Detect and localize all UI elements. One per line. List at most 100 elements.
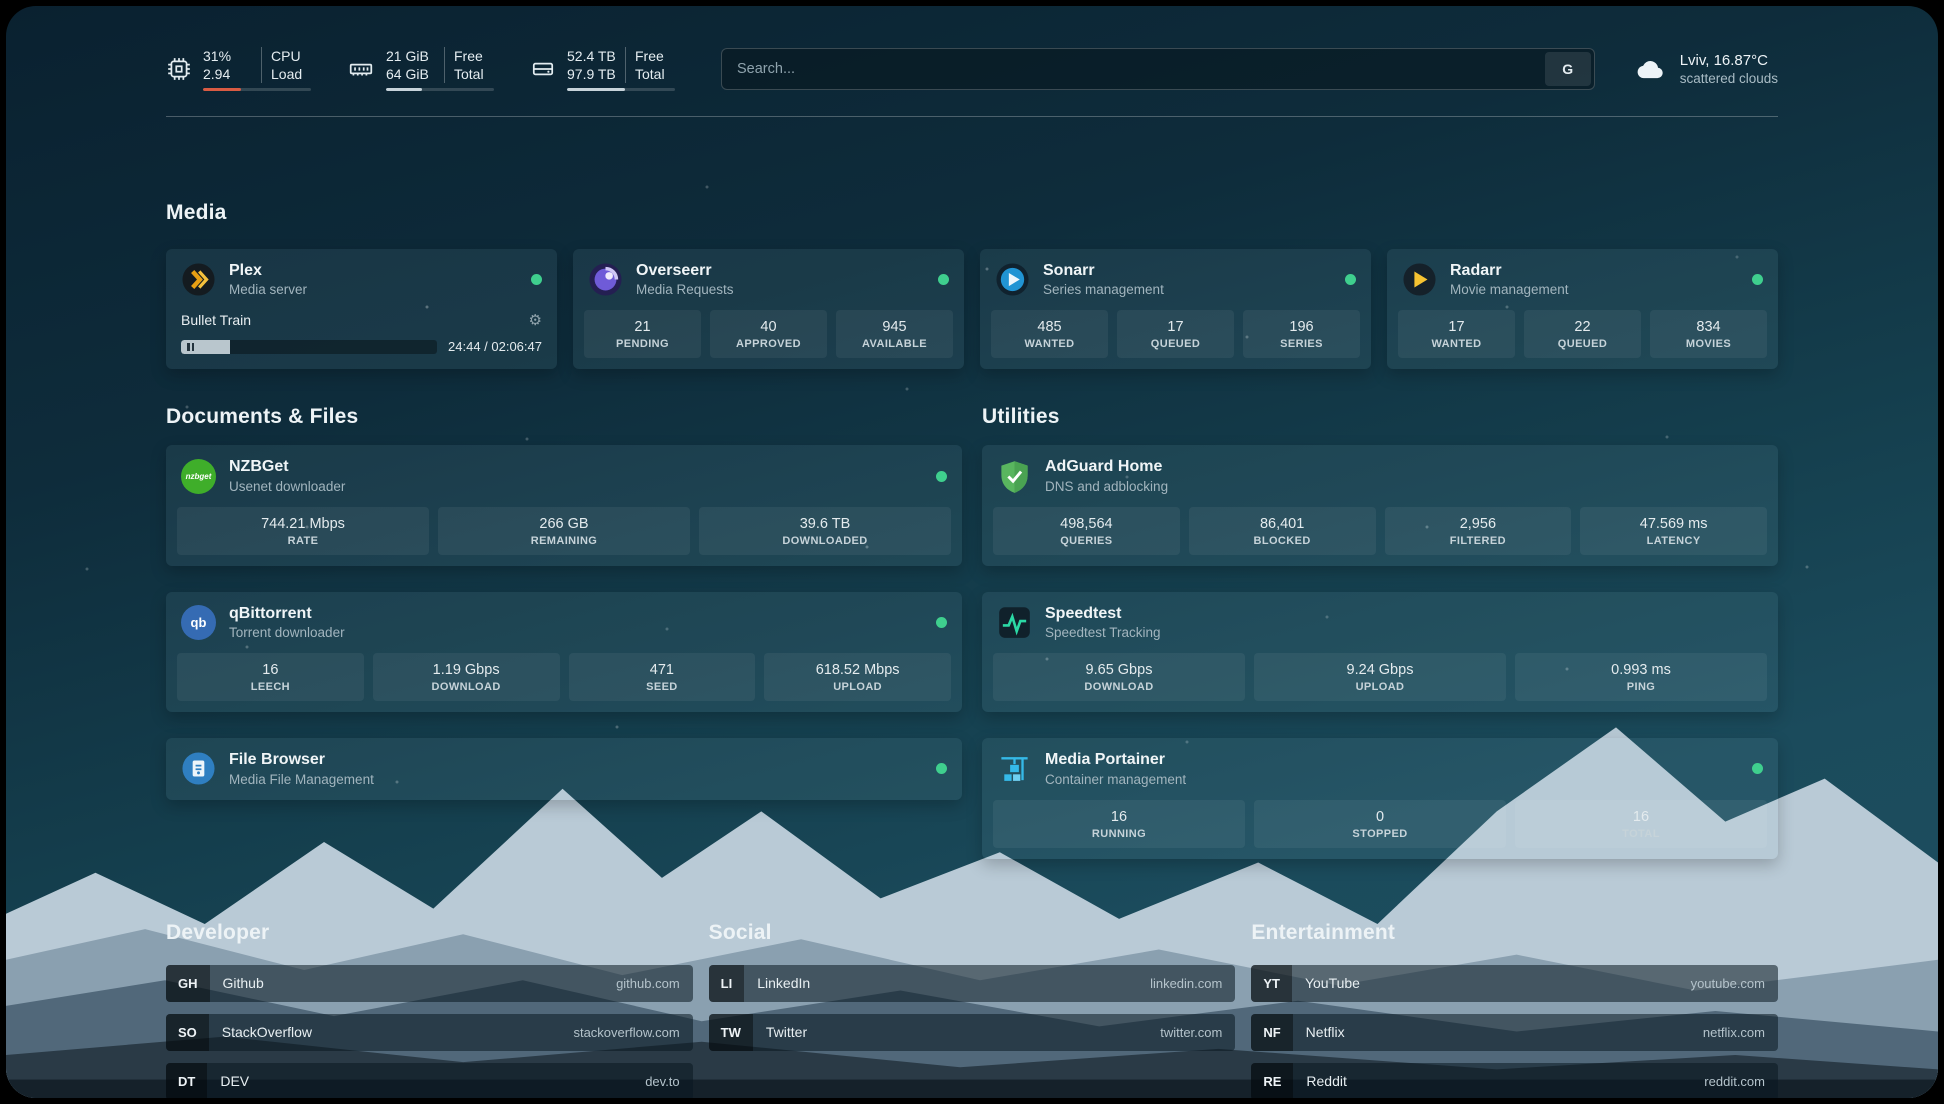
bookmark-url: twitter.com — [1160, 1025, 1235, 1040]
stat-rate: 744.21 MbpsRATE — [177, 507, 429, 555]
bookmark-twitter[interactable]: TW Twitter twitter.com — [709, 1014, 1236, 1051]
stat-blocked: 86,401BLOCKED — [1189, 507, 1376, 555]
service-card-plex[interactable]: Plex Media server Bullet Train ⚙ — [166, 249, 557, 369]
bookmark-linkedin[interactable]: LI LinkedIn linkedin.com — [709, 965, 1236, 1002]
stat-wanted: 485WANTED — [991, 310, 1108, 358]
service-card-radarr[interactable]: Radarr Movie management 17WANTED 22QUEUE… — [1387, 249, 1778, 369]
bookmark-url: dev.to — [645, 1074, 692, 1089]
bookmark-stackoverflow[interactable]: SO StackOverflow stackoverflow.com — [166, 1014, 693, 1051]
service-name: Media Portainer — [1045, 751, 1186, 769]
bookmark-abbr: RE — [1251, 1063, 1293, 1098]
cpu-progress-track — [203, 88, 311, 91]
cpu-widget: 31%CPU 2.94Load — [166, 47, 311, 92]
service-desc: Movie management — [1450, 282, 1569, 297]
stat-pending: 21PENDING — [584, 310, 701, 358]
disk-label-1: Free — [625, 47, 664, 65]
memory-free-value: 21 GiB — [386, 47, 444, 65]
bookmark-dev[interactable]: DT DEV dev.to — [166, 1063, 693, 1098]
service-card-portainer[interactable]: Media Portainer Container management 16R… — [982, 738, 1778, 858]
service-name: AdGuard Home — [1045, 458, 1168, 476]
service-desc: Usenet downloader — [229, 479, 345, 494]
bookmark-abbr: GH — [166, 965, 210, 1002]
cpu-load-value: 2.94 — [203, 65, 261, 83]
playback-time: 24:44 / 02:06:47 — [448, 339, 542, 354]
weather-location: Lviv, 16.87°C — [1680, 52, 1778, 69]
search-provider-button[interactable]: G — [1545, 52, 1591, 86]
service-desc: Series management — [1043, 282, 1164, 297]
service-name: qBittorrent — [229, 605, 345, 623]
service-card-sonarr[interactable]: Sonarr Series management 485WANTED 17QUE… — [980, 249, 1371, 369]
service-card-qbittorrent[interactable]: qb qBittorrent Torrent downloader 16LEEC… — [166, 592, 962, 712]
status-dot — [1752, 274, 1763, 285]
stat-queued: 17QUEUED — [1117, 310, 1234, 358]
bookmark-url: stackoverflow.com — [573, 1025, 692, 1040]
search-input[interactable] — [721, 48, 1595, 90]
media-section-title: Media — [166, 201, 1778, 225]
gear-icon[interactable]: ⚙ — [529, 311, 542, 329]
bookmark-abbr: NF — [1251, 1014, 1292, 1051]
bookmark-name: Github — [210, 975, 264, 991]
bookmark-url: linkedin.com — [1150, 976, 1235, 991]
dashboard-window: 31%CPU 2.94Load 21 GiBFree 64 GiBTotal — [6, 6, 1938, 1098]
stat-total: 16TOTAL — [1515, 800, 1767, 848]
service-name: Sonarr — [1043, 262, 1164, 280]
service-name: NZBGet — [229, 458, 345, 476]
playback-progress-bar[interactable] — [181, 340, 437, 354]
bookmark-abbr: YT — [1251, 965, 1292, 1002]
memory-label-1: Free — [444, 47, 483, 65]
service-card-adguard[interactable]: AdGuard Home DNS and adblocking 498,564Q… — [982, 445, 1778, 565]
bookmark-group-social: Social LI LinkedIn linkedin.com TW Twitt… — [709, 921, 1236, 1098]
cpu-icon — [166, 56, 192, 82]
service-card-nzbget[interactable]: nzbget NZBGet Usenet downloader 744.21 M… — [166, 445, 962, 565]
stat-filtered: 2,956FILTERED — [1385, 507, 1572, 555]
status-dot — [531, 274, 542, 285]
service-name: Overseerr — [636, 262, 734, 280]
disk-widget: 52.4 TBFree 97.9 TBTotal — [530, 47, 675, 92]
bookmark-reddit[interactable]: RE Reddit reddit.com — [1251, 1063, 1778, 1098]
snow-particles — [6, 6, 8, 8]
service-desc: DNS and adblocking — [1045, 479, 1168, 494]
portainer-icon — [997, 751, 1032, 786]
service-card-filebrowser[interactable]: File Browser Media File Management — [166, 738, 962, 799]
stat-available: 945AVAILABLE — [836, 310, 953, 358]
disk-total-value: 97.9 TB — [567, 65, 625, 83]
utilities-section-title: Utilities — [982, 405, 1778, 429]
stat-seed: 471SEED — [569, 653, 756, 701]
bookmark-name: Twitter — [753, 1024, 807, 1040]
bookmark-abbr: DT — [166, 1063, 207, 1098]
service-card-overseerr[interactable]: Overseerr Media Requests 21PENDING 40APP… — [573, 249, 964, 369]
bookmark-name: YouTube — [1292, 975, 1360, 991]
disk-label-2: Total — [625, 65, 665, 83]
adguard-icon — [997, 459, 1032, 494]
cpu-label-1: CPU — [261, 47, 301, 65]
bookmark-netflix[interactable]: NF Netflix netflix.com — [1251, 1014, 1778, 1051]
bookmark-name: LinkedIn — [744, 975, 810, 991]
cloud-icon — [1635, 56, 1667, 82]
disk-free-value: 52.4 TB — [567, 47, 625, 65]
bookmark-url: github.com — [616, 976, 693, 991]
bookmark-abbr: TW — [709, 1014, 753, 1051]
status-dot — [938, 274, 949, 285]
stat-download: 1.19 GbpsDOWNLOAD — [373, 653, 560, 701]
service-card-speedtest[interactable]: Speedtest Speedtest Tracking 9.65 GbpsDO… — [982, 592, 1778, 712]
bookmark-group-entertainment: Entertainment YT YouTube youtube.com NF … — [1251, 921, 1778, 1098]
overseerr-icon — [588, 262, 623, 297]
speedtest-icon — [997, 605, 1032, 640]
stat-movies: 834MOVIES — [1650, 310, 1767, 358]
weather-widget: Lviv, 16.87°C scattered clouds — [1635, 52, 1778, 86]
section-media: Media Plex Media server — [166, 201, 1778, 369]
sonarr-icon — [995, 262, 1030, 297]
bookmark-url: youtube.com — [1691, 976, 1778, 991]
service-name: Speedtest — [1045, 605, 1161, 623]
documents-section-title: Documents & Files — [166, 405, 962, 429]
bookmark-url: reddit.com — [1704, 1074, 1778, 1089]
header-divider — [166, 116, 1778, 117]
status-dot — [1752, 763, 1763, 774]
disk-icon — [530, 56, 556, 82]
bookmark-github[interactable]: GH Github github.com — [166, 965, 693, 1002]
bookmark-youtube[interactable]: YT YouTube youtube.com — [1251, 965, 1778, 1002]
pause-icon[interactable] — [187, 343, 194, 351]
service-name: File Browser — [229, 751, 374, 769]
status-dot — [936, 617, 947, 628]
resource-widgets: 31%CPU 2.94Load 21 GiBFree 64 GiBTotal — [166, 47, 675, 92]
